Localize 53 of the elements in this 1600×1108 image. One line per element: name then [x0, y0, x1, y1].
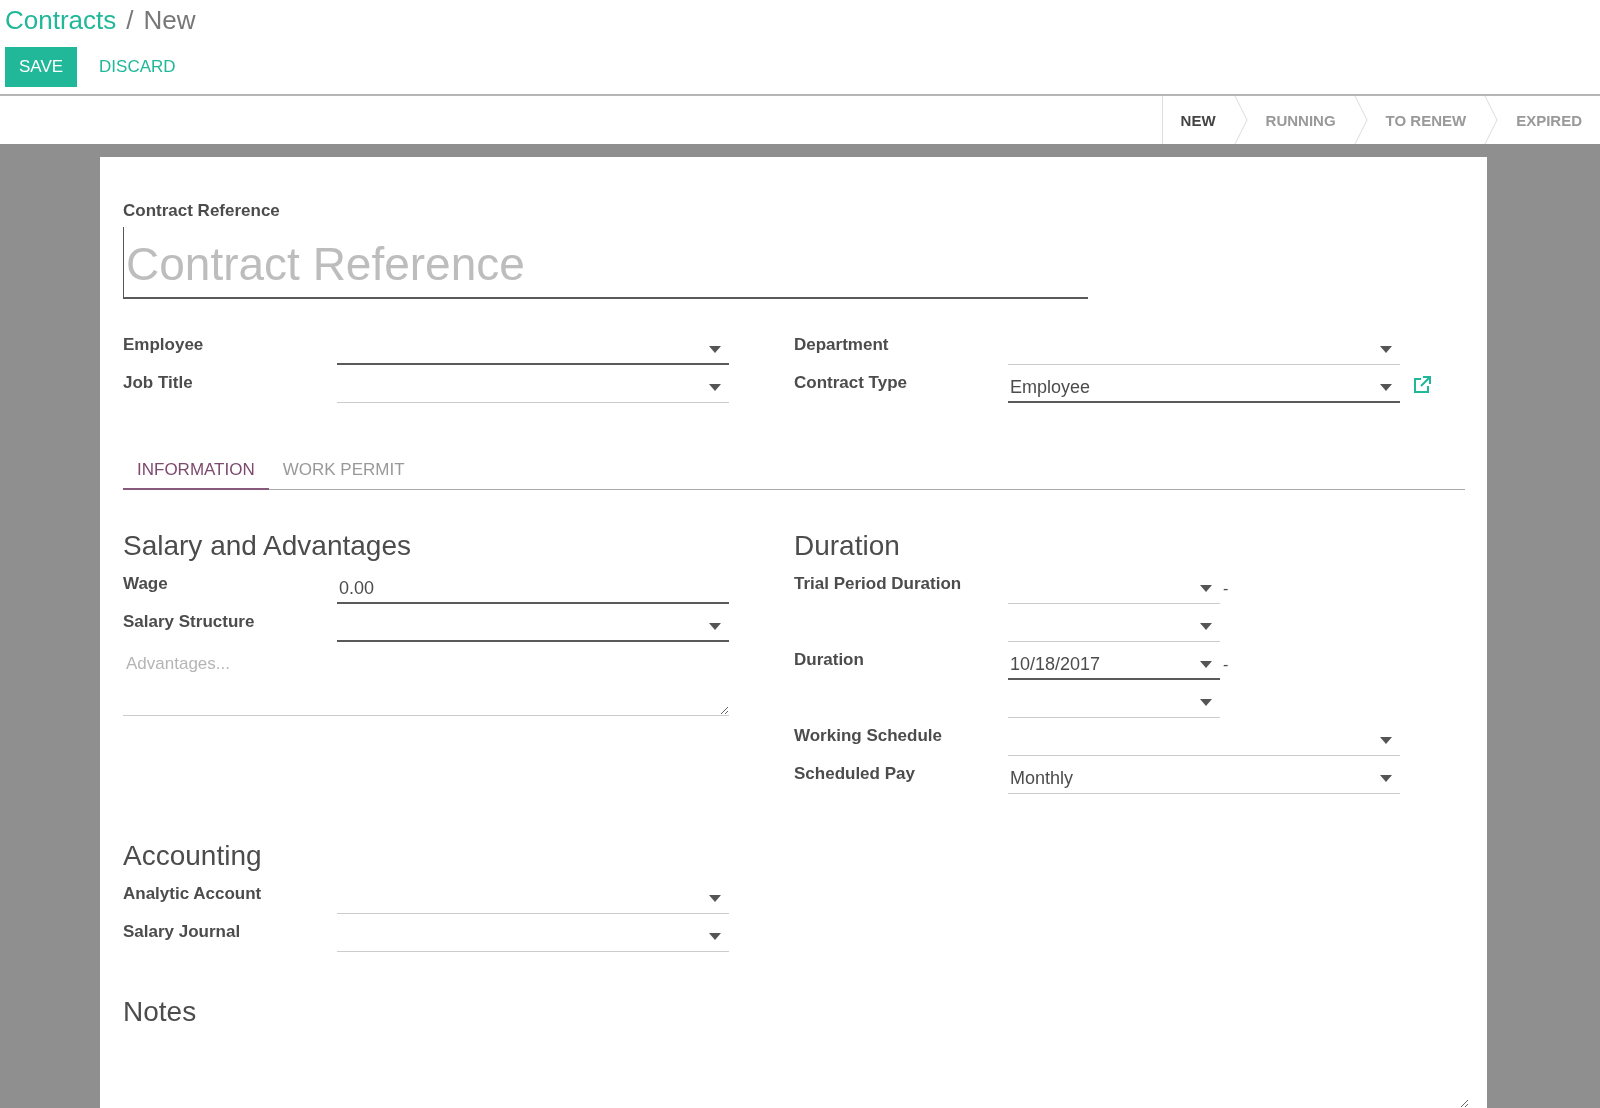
caret-icon	[1200, 585, 1212, 592]
section-heading: Duration	[794, 530, 901, 562]
caret-icon	[1380, 383, 1392, 391]
field-label: Department	[794, 335, 890, 356]
breadcrumb-separator: /	[126, 5, 134, 36]
section-heading: Accounting	[123, 840, 263, 872]
discard-button[interactable]: DISCARD	[89, 47, 186, 87]
caret-icon	[1380, 346, 1392, 353]
field-label: Wage	[123, 574, 169, 595]
range-separator: -	[1223, 656, 1229, 674]
status-step[interactable]: EXPIRED	[1498, 96, 1600, 144]
input-field[interactable]: 0.00	[337, 574, 729, 604]
field-label: Contract Reference	[123, 201, 281, 221]
field-label: Salary Journal	[123, 922, 242, 943]
chevron-icon	[1484, 96, 1499, 144]
chevron-icon	[1353, 96, 1368, 144]
section-heading: Notes	[123, 996, 198, 1028]
field-label: Trial Period Duration	[794, 574, 963, 595]
select-field[interactable]: Employee	[1008, 373, 1400, 403]
breadcrumb-link[interactable]: Contracts	[5, 5, 117, 36]
section-heading: Salary and Advantages	[123, 530, 412, 562]
caret-icon	[1200, 623, 1212, 630]
textarea-field[interactable]: Advantages...	[123, 650, 729, 716]
caret-icon	[1200, 699, 1212, 706]
caret-icon	[709, 345, 721, 353]
select-field[interactable]: Monthly	[1008, 764, 1400, 794]
caret-icon	[1380, 775, 1392, 782]
caret-icon	[709, 622, 721, 630]
caret-icon	[709, 895, 721, 902]
external-link-icon[interactable]	[1412, 375, 1432, 395]
page-title: New	[143, 5, 196, 36]
field-label: Working Schedule	[794, 726, 943, 747]
status-step[interactable]: NEW	[1162, 96, 1234, 144]
caret-icon	[1200, 660, 1212, 668]
field-label: Scheduled Pay	[794, 764, 916, 785]
field-label: Employee	[123, 335, 205, 356]
status-step[interactable]: TO RENEW	[1367, 96, 1485, 144]
field-label: Job Title	[123, 373, 194, 394]
caret-icon	[709, 933, 721, 940]
input-field[interactable]: Contract Reference	[123, 227, 1088, 299]
range-separator: -	[1223, 580, 1229, 598]
field-label: Contract Type	[794, 373, 909, 394]
date-field[interactable]: 10/18/2017	[1008, 650, 1220, 680]
field-label: Duration	[794, 650, 865, 671]
save-button[interactable]: SAVE	[5, 47, 78, 87]
chevron-icon	[1233, 96, 1248, 144]
field-label: Salary Structure	[123, 612, 256, 633]
caret-icon	[709, 384, 721, 391]
field-label: Analytic Account	[123, 884, 263, 905]
caret-icon	[1380, 737, 1392, 744]
tab[interactable]: INFORMATION	[123, 451, 269, 490]
tab[interactable]: WORK PERMIT	[268, 451, 419, 490]
status-step[interactable]: RUNNING	[1247, 96, 1354, 144]
